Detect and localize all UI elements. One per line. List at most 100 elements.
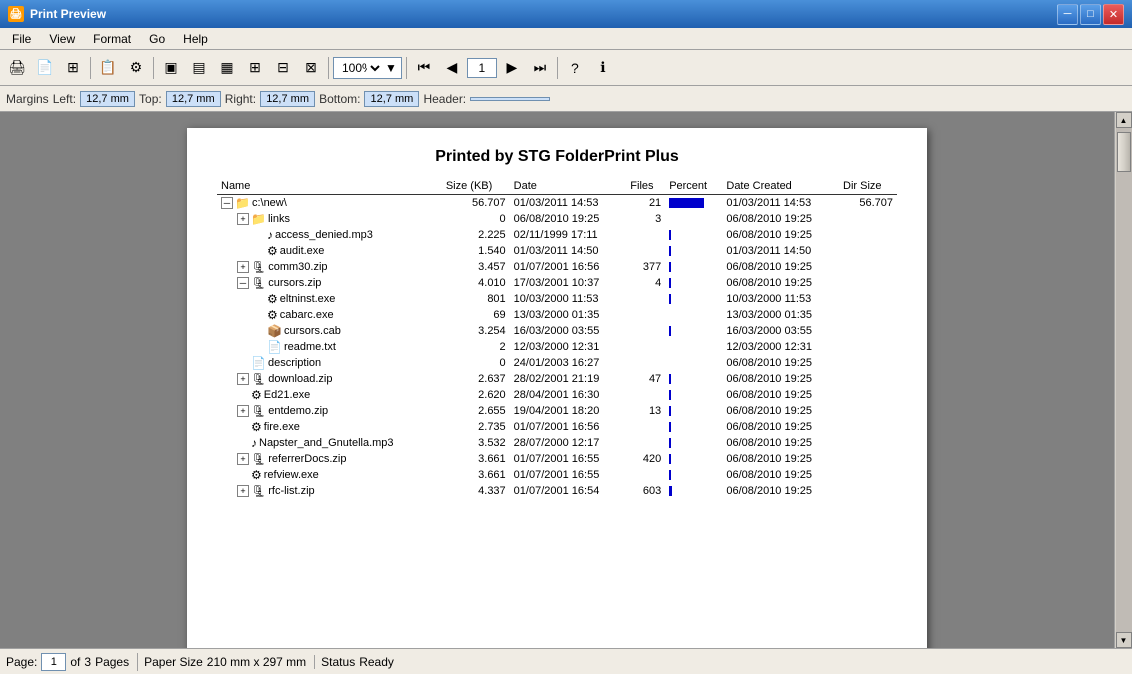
view-1page[interactable]: ▣ <box>158 55 184 81</box>
expand-icon[interactable]: + <box>237 453 249 465</box>
size-cell: 3.254 <box>442 323 510 339</box>
page-title: Printed by STG FolderPrint Plus <box>217 148 897 166</box>
page-number-input[interactable] <box>467 58 497 78</box>
copy-button[interactable]: 📋 <box>95 55 121 81</box>
date-created-cell: 06/08/2010 19:25 <box>722 355 839 371</box>
pages-label: Pages <box>95 655 129 669</box>
date-cell: 24/01/2003 16:27 <box>510 355 627 371</box>
expand-icon[interactable]: + <box>237 261 249 273</box>
date-cell: 17/03/2001 10:37 <box>510 275 627 291</box>
menu-file[interactable]: File <box>4 30 39 48</box>
file-name-cell: 📦cursors.cab <box>217 323 442 339</box>
page-setup-button[interactable]: ⊞ <box>60 55 86 81</box>
percent-cell <box>665 371 722 387</box>
titlebar-left: 🖨 Print Preview <box>8 6 106 22</box>
expand-icon[interactable]: + <box>237 373 249 385</box>
left-value[interactable]: 12,7 mm <box>80 91 135 107</box>
menu-format[interactable]: Format <box>85 30 139 48</box>
view-4page[interactable]: ⊞ <box>242 55 268 81</box>
file-name-cell: ⚙eltninst.exe <box>217 291 442 307</box>
file-name: comm30.zip <box>268 261 327 273</box>
scroll-up-button[interactable]: ▲ <box>1116 112 1132 128</box>
percent-cell <box>665 227 722 243</box>
file-name: readme.txt <box>284 341 336 353</box>
files-cell: 420 <box>626 451 665 467</box>
percent-cell <box>665 259 722 275</box>
table-row: ⚙eltninst.exe80110/03/2000 11:5310/03/20… <box>217 291 897 307</box>
quick-print-button[interactable]: 📄 <box>32 55 58 81</box>
table-row: +🗜rfc-list.zip4.33701/07/2001 16:5460306… <box>217 483 897 499</box>
file-name: rfc-list.zip <box>268 485 314 497</box>
size-cell: 3.661 <box>442 467 510 483</box>
date-created-cell: 06/08/2010 19:25 <box>722 419 839 435</box>
window-title: Print Preview <box>30 7 106 21</box>
about-button[interactable]: ℹ <box>590 55 616 81</box>
view-full[interactable]: ⊠ <box>298 55 324 81</box>
view-3page[interactable]: ▦ <box>214 55 240 81</box>
minimize-button[interactable]: ─ <box>1057 4 1078 25</box>
file-icon: 🗜 <box>251 404 266 418</box>
scroll-thumb[interactable] <box>1117 132 1131 172</box>
size-cell: 2.655 <box>442 403 510 419</box>
table-row: ♪access_denied.mp32.22502/11/1999 17:110… <box>217 227 897 243</box>
files-cell: 603 <box>626 483 665 499</box>
current-page-input[interactable] <box>41 653 66 671</box>
right-value[interactable]: 12,7 mm <box>260 91 315 107</box>
zoom-select[interactable]: 100% 75% 50% 150% <box>338 60 383 76</box>
dir-size-cell <box>839 451 897 467</box>
file-icon: ⚙ <box>267 292 278 306</box>
percent-cell <box>665 211 722 227</box>
dir-size-cell <box>839 403 897 419</box>
percent-cell <box>665 323 722 339</box>
files-cell: 47 <box>626 371 665 387</box>
options-button[interactable]: ⚙ <box>123 55 149 81</box>
table-row: 📄readme.txt212/03/2000 12:3112/03/2000 1… <box>217 339 897 355</box>
collapse-icon[interactable]: ─ <box>237 277 249 289</box>
status-label: Status <box>321 655 355 669</box>
table-row: ─🗜cursors.zip4.01017/03/2001 10:37406/08… <box>217 275 897 291</box>
date-created-cell: 01/03/2011 14:53 <box>722 195 839 212</box>
close-button[interactable]: ✕ <box>1103 4 1124 25</box>
dir-size-cell <box>839 371 897 387</box>
bottom-value[interactable]: 12,7 mm <box>364 91 419 107</box>
col-size: Size (KB) <box>442 178 510 195</box>
scroll-down-button[interactable]: ▼ <box>1116 632 1132 648</box>
prev-page-button[interactable]: ◀ <box>439 55 465 81</box>
files-cell <box>626 467 665 483</box>
scroll-track[interactable] <box>1116 128 1132 632</box>
file-name-cell: +🗜entdemo.zip <box>217 403 442 419</box>
file-name-cell: ⚙audit.exe <box>217 243 442 259</box>
expand-icon[interactable]: + <box>237 485 249 497</box>
toolbar-sep-5 <box>557 57 558 79</box>
expand-icon[interactable]: + <box>237 405 249 417</box>
percent-bar <box>669 230 671 240</box>
date-created-cell: 06/08/2010 19:25 <box>722 259 839 275</box>
menu-help[interactable]: Help <box>175 30 216 48</box>
view-6page[interactable]: ⊟ <box>270 55 296 81</box>
view-2page[interactable]: ▤ <box>186 55 212 81</box>
expand-icon[interactable]: + <box>237 213 249 225</box>
file-icon: ⚙ <box>267 244 278 258</box>
print-button[interactable]: 🖨 <box>4 55 30 81</box>
top-value[interactable]: 12,7 mm <box>166 91 221 107</box>
header-value[interactable] <box>470 97 550 101</box>
page-container[interactable]: Printed by STG FolderPrint Plus Name Siz… <box>0 112 1114 648</box>
next-page-button[interactable]: ▶ <box>499 55 525 81</box>
file-icon: 📄 <box>267 340 282 354</box>
percent-bar <box>669 470 671 480</box>
maximize-button[interactable]: □ <box>1080 4 1101 25</box>
zoom-box: 100% 75% 50% 150% ▼ <box>333 57 402 79</box>
collapse-icon[interactable]: ─ <box>221 197 233 209</box>
menu-view[interactable]: View <box>41 30 83 48</box>
files-cell <box>626 227 665 243</box>
date-created-cell: 06/08/2010 19:25 <box>722 227 839 243</box>
app-icon: 🖨 <box>8 6 24 22</box>
first-page-button[interactable]: ⏮ <box>411 55 437 81</box>
last-page-button[interactable]: ⏭ <box>527 55 553 81</box>
size-cell: 4.010 <box>442 275 510 291</box>
file-name: download.zip <box>268 373 332 385</box>
vertical-scrollbar[interactable]: ▲ ▼ <box>1114 112 1132 648</box>
menu-go[interactable]: Go <box>141 30 173 48</box>
help-button[interactable]: ? <box>562 55 588 81</box>
size-cell: 801 <box>442 291 510 307</box>
